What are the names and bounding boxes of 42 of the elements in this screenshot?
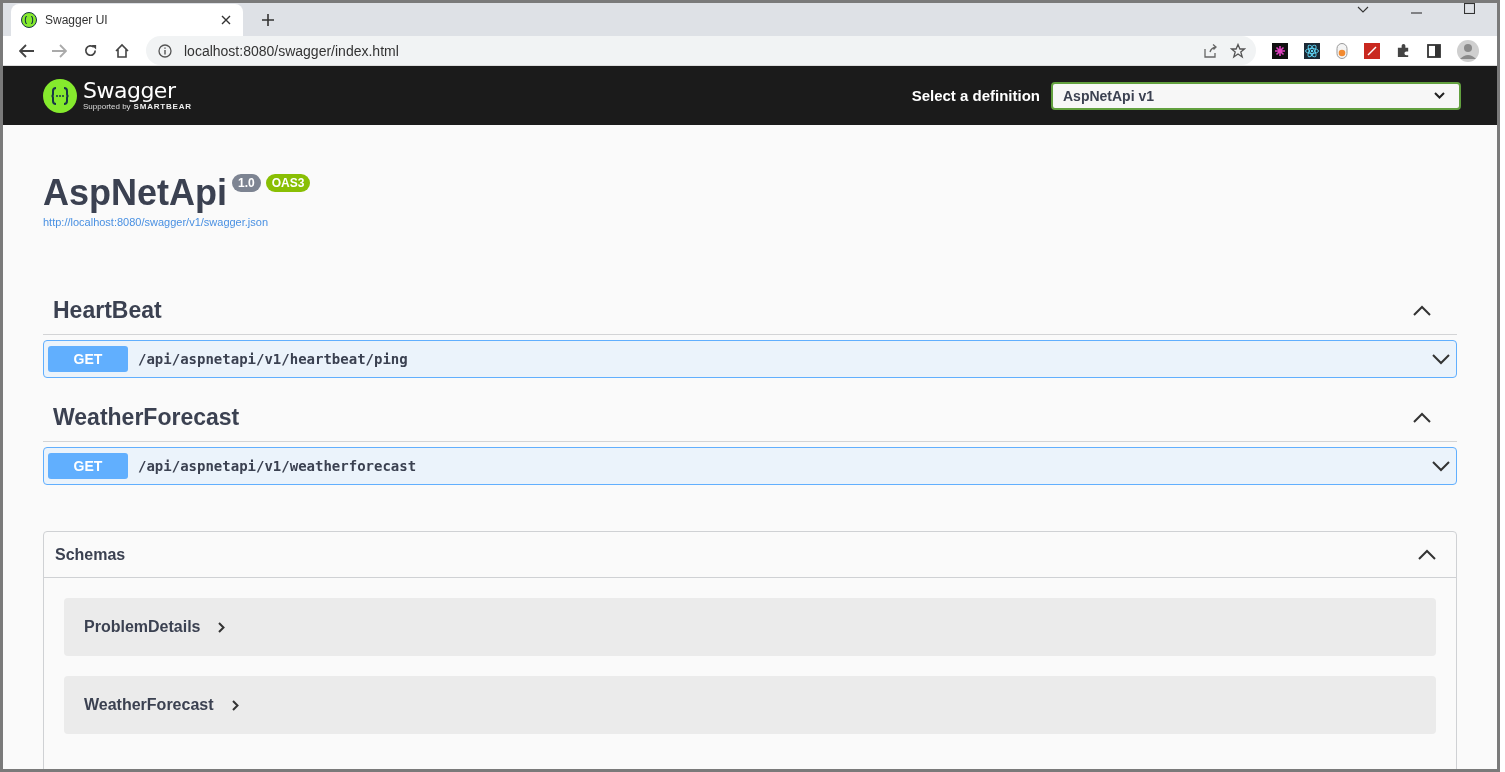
definition-label: Select a definition (911, 87, 1040, 104)
atom-icon[interactable] (1304, 42, 1320, 59)
share-icon[interactable] (1202, 42, 1218, 59)
browser-tab[interactable]: Swagger UI (11, 4, 243, 36)
info-icon (158, 43, 172, 58)
new-tab-icon[interactable] (261, 13, 275, 27)
schema-row[interactable]: WeatherForecast (64, 676, 1436, 734)
reload-icon[interactable] (83, 43, 98, 58)
logo-brand-text: SMARTBEAR (133, 102, 192, 111)
chevron-up-icon[interactable] (1418, 549, 1436, 560)
toggle-icon[interactable] (1336, 42, 1348, 59)
tag-header[interactable]: WeatherForecast (43, 393, 1457, 442)
pdf-icon[interactable] (1364, 42, 1380, 59)
operation-path: /api/aspnetapi/v1/heartbeat/ping (138, 351, 408, 367)
chevron-down-icon (1434, 92, 1445, 99)
method-badge: GET (48, 453, 128, 479)
puzzle-icon[interactable] (1396, 43, 1411, 58)
chevron-down-icon[interactable] (1357, 6, 1369, 14)
api-title: AspNetApi (43, 172, 227, 214)
oas-badge: OAS3 (265, 174, 311, 192)
address-bar[interactable]: localhost:8080/swagger/index.html (146, 36, 1256, 65)
avatar-icon[interactable] (1457, 39, 1479, 62)
back-arrow-icon[interactable] (19, 43, 35, 58)
version-badge: 1.0 (232, 174, 261, 192)
side-panel-icon[interactable] (1427, 43, 1441, 58)
logo-text: Swagger (83, 80, 177, 102)
definition-select[interactable]: AspNetApi v1 (1051, 81, 1461, 110)
operation-row[interactable]: GET /api/aspnetapi/v1/heartbeat/ping (43, 340, 1457, 378)
swagger-logo-icon (21, 12, 37, 28)
close-icon[interactable] (221, 15, 231, 25)
tag-header[interactable]: HeartBeat (43, 286, 1457, 335)
schema-row[interactable]: ProblemDetails (64, 598, 1436, 656)
extension-icon[interactable] (1272, 42, 1288, 59)
operation-path: /api/aspnetapi/v1/weatherforecast (138, 458, 417, 474)
method-badge: GET (48, 346, 128, 372)
star-icon[interactable] (1230, 42, 1246, 59)
home-icon[interactable] (114, 42, 130, 59)
logo-subtext: Supported by (83, 102, 131, 111)
maximize-icon[interactable] (1464, 3, 1475, 14)
schemas-title[interactable]: Schemas (55, 545, 126, 564)
swagger-logo-icon (43, 78, 77, 113)
operation-row[interactable]: GET /api/aspnetapi/v1/weatherforecast (43, 447, 1457, 485)
